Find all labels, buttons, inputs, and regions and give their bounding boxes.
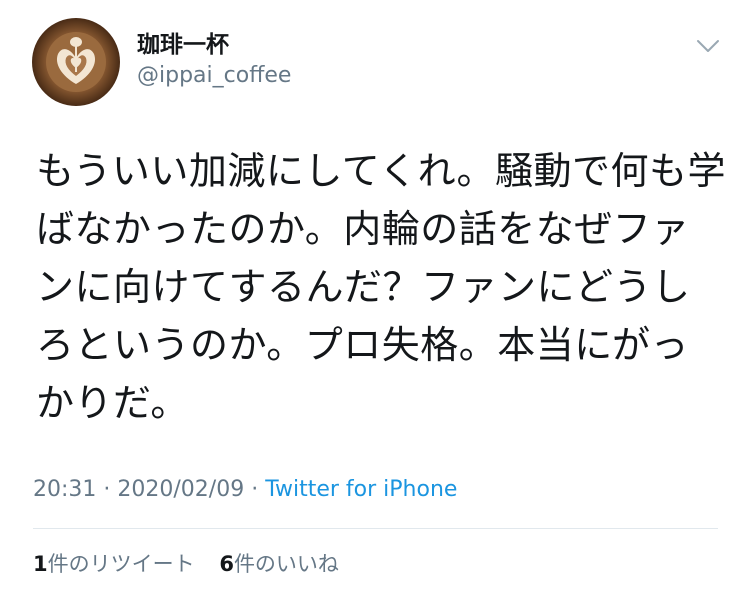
like-label: 件のいいね xyxy=(233,552,339,576)
tweet-source-link[interactable]: Twitter for iPhone xyxy=(265,477,457,502)
user-info[interactable]: 珈琲一杯 @ippai_coffee xyxy=(137,30,291,92)
latte-art-icon xyxy=(46,32,106,92)
avatar[interactable] xyxy=(32,18,120,106)
like-count: 6 xyxy=(219,552,234,576)
user-handle[interactable]: @ippai_coffee xyxy=(137,60,291,92)
tweet-date[interactable]: 2020/02/09 xyxy=(117,477,244,502)
tweet-text: もういい加減にしてくれ。騒動で何も学ばなかったのか。内輪の話をなぜファンに向けて… xyxy=(36,149,726,425)
meta-separator: · xyxy=(96,477,118,502)
tweet-stats: 1件のリツイート 6件のいいね xyxy=(33,548,357,580)
retweet-stat[interactable]: 1件のリツイート xyxy=(33,552,195,576)
tweet-meta: 20:31 · 2020/02/09 · Twitter for iPhone xyxy=(33,474,457,506)
tweet-time[interactable]: 20:31 xyxy=(33,477,96,502)
divider xyxy=(33,528,718,529)
tweet-card: 珈琲一杯 @ippai_coffee もういい加減にしてくれ。騒動で何も学ばなか… xyxy=(0,0,750,596)
retweet-label: 件のリツイート xyxy=(47,552,195,576)
like-stat[interactable]: 6件のいいね xyxy=(219,552,339,576)
chevron-down-icon[interactable] xyxy=(696,36,720,56)
display-name[interactable]: 珈琲一杯 xyxy=(137,30,291,60)
retweet-count: 1 xyxy=(33,552,48,576)
meta-separator: · xyxy=(244,477,266,502)
